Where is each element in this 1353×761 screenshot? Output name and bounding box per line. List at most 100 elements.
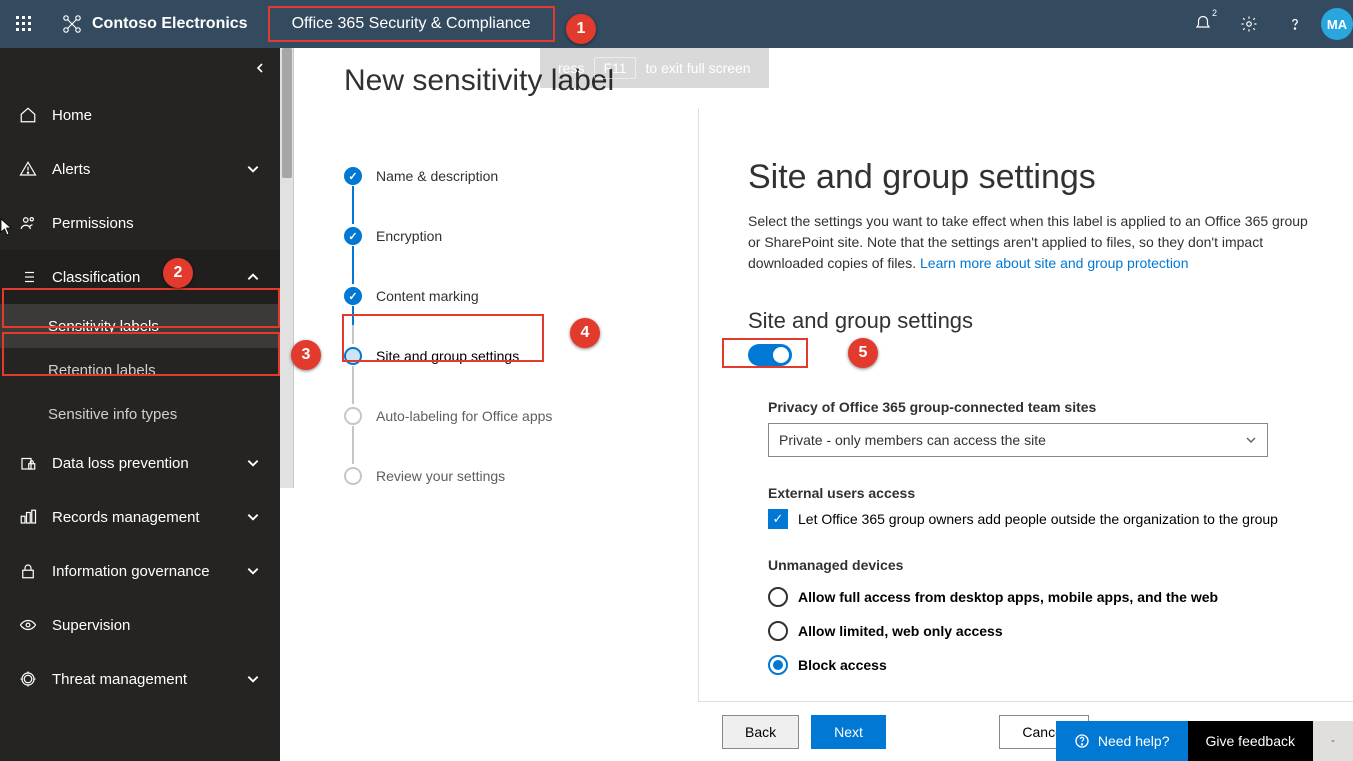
step-auto-labeling[interactable]: Auto-labeling for Office apps (344, 386, 604, 446)
f11-keycap: F11 (594, 57, 635, 79)
give-feedback-button[interactable]: Give feedback (1188, 721, 1314, 761)
nav-home[interactable]: Home (0, 88, 280, 142)
notifications-icon[interactable]: 2 (1183, 0, 1223, 48)
nav-infogov-label: Information governance (52, 563, 232, 580)
chevron-down-icon (1245, 434, 1257, 446)
nav-records-label: Records management (52, 509, 232, 526)
nav-sub-ret-label: Retention labels (48, 362, 156, 379)
app-launcher-icon[interactable] (0, 0, 48, 48)
step-site-group-settings[interactable]: Site and group settings (344, 326, 604, 386)
radio-limited-access[interactable]: Allow limited, web only access (768, 621, 1313, 641)
nav-classification-label: Classification (52, 269, 232, 286)
threat-icon (18, 670, 38, 688)
chevron-down-icon (246, 162, 262, 176)
step-name-description[interactable]: Name & description (344, 146, 604, 206)
nav-records[interactable]: Records management (0, 490, 280, 544)
external-access-checkbox[interactable]: ✓ Let Office 365 group owners add people… (768, 509, 1313, 529)
collapse-nav-button[interactable] (0, 48, 280, 88)
devices-head: Unmanaged devices (768, 557, 1313, 573)
home-icon (18, 106, 38, 124)
nav-sub-sens-label: Sensitivity labels (48, 318, 159, 335)
step-4-label: Site and group settings (376, 348, 604, 364)
cursor-icon (0, 218, 14, 236)
site-group-toggle[interactable] (748, 344, 792, 366)
checkbox-checked-icon: ✓ (768, 509, 788, 529)
main-content: New sensitivity label Name & description… (280, 48, 1353, 761)
callout-5: 5 (848, 338, 878, 368)
scrollbar-thumb[interactable] (282, 48, 292, 178)
nav-home-label: Home (52, 107, 262, 124)
help-icon[interactable] (1275, 0, 1315, 48)
chevron-down-icon (246, 510, 262, 524)
step-encryption[interactable]: Encryption (344, 206, 604, 266)
nav-sub-retention-labels[interactable]: Retention labels (0, 348, 280, 392)
nav-sub-types-label: Sensitive info types (48, 406, 177, 423)
records-icon (18, 508, 38, 526)
next-button[interactable]: Next (811, 715, 886, 749)
next-label: Next (834, 724, 863, 740)
radio-limited-label: Allow limited, web only access (798, 623, 1003, 639)
chevron-up-icon (246, 270, 262, 284)
privacy-select-value: Private - only members can access the si… (779, 432, 1046, 448)
nav-threat-label: Threat management (52, 671, 232, 688)
callout-4: 4 (570, 318, 600, 348)
callout-2: 2 (163, 258, 193, 288)
step-1-label: Name & description (376, 168, 604, 184)
nav-dlp[interactable]: Data loss prevention (0, 436, 280, 490)
nav-infogov[interactable]: Information governance (0, 544, 280, 598)
scrollbar[interactable] (280, 48, 294, 488)
alert-icon (18, 160, 38, 178)
nav-sub-sensitive-info-types[interactable]: Sensitive info types (0, 392, 280, 436)
user-avatar[interactable]: MA (1321, 8, 1353, 40)
back-label: Back (745, 724, 776, 740)
step-content-marking[interactable]: Content marking (344, 266, 604, 326)
nav-alerts-label: Alerts (52, 161, 232, 178)
top-bar: Contoso Electronics Office 365 Security … (0, 0, 1353, 48)
need-help-button[interactable]: Need help? (1056, 721, 1188, 761)
external-access-head: External users access (768, 485, 1313, 501)
nav-dlp-label: Data loss prevention (52, 455, 232, 472)
nav-classification[interactable]: Classification (0, 250, 280, 304)
app-name[interactable]: Office 365 Security & Compliance (268, 6, 555, 42)
radio-full-access[interactable]: Allow full access from desktop apps, mob… (768, 587, 1313, 607)
nav-threat[interactable]: Threat management (0, 652, 280, 706)
step-review[interactable]: Review your settings (344, 446, 604, 506)
eye-icon (18, 616, 38, 634)
learn-more-link[interactable]: Learn more about site and group protecti… (920, 255, 1189, 271)
panel-description: Select the settings you want to take eff… (748, 211, 1313, 274)
settings-panel: Site and group settings Select the setti… (748, 158, 1313, 675)
privacy-select[interactable]: Private - only members can access the si… (768, 423, 1268, 457)
f11-pre: ress (558, 60, 584, 76)
step-3-label: Content marking (376, 288, 604, 304)
classification-icon (18, 268, 38, 286)
help-label: Need help? (1098, 733, 1170, 749)
step-6-label: Review your settings (376, 468, 604, 484)
help-circle-icon (1074, 733, 1090, 749)
panel-heading: Site and group settings (748, 158, 1313, 197)
avatar-initials: MA (1327, 17, 1347, 32)
back-button[interactable]: Back (722, 715, 799, 749)
help-collapse-button[interactable] (1313, 721, 1353, 761)
feedback-label: Give feedback (1206, 733, 1296, 749)
chevron-down-icon (246, 672, 262, 686)
nav-permissions[interactable]: Permissions (0, 196, 280, 250)
left-nav: Home Alerts Permissions Classification S… (0, 48, 280, 761)
f11-post: to exit full screen (646, 60, 751, 76)
help-feedback-bar: Need help? Give feedback (1056, 721, 1353, 761)
radio-full-label: Allow full access from desktop apps, mob… (798, 589, 1218, 605)
tenant-name-label: Contoso Electronics (92, 15, 248, 33)
tenant-name[interactable]: Contoso Electronics (48, 14, 262, 34)
vertical-divider (698, 108, 699, 701)
nav-alerts[interactable]: Alerts (0, 142, 280, 196)
topbar-actions: 2 MA (1183, 0, 1353, 48)
wizard-steps: Name & description Encryption Content ma… (344, 146, 604, 506)
nav-supervision[interactable]: Supervision (0, 598, 280, 652)
nav-supervision-label: Supervision (52, 617, 262, 634)
radio-block-access[interactable]: Block access (768, 655, 1313, 675)
nav-sub-sensitivity-labels[interactable]: Sensitivity labels (0, 304, 280, 348)
tenant-logo-icon (62, 14, 82, 34)
radio-block-label: Block access (798, 657, 887, 673)
step-2-label: Encryption (376, 228, 604, 244)
step-5-label: Auto-labeling for Office apps (376, 408, 604, 424)
settings-icon[interactable] (1229, 0, 1269, 48)
